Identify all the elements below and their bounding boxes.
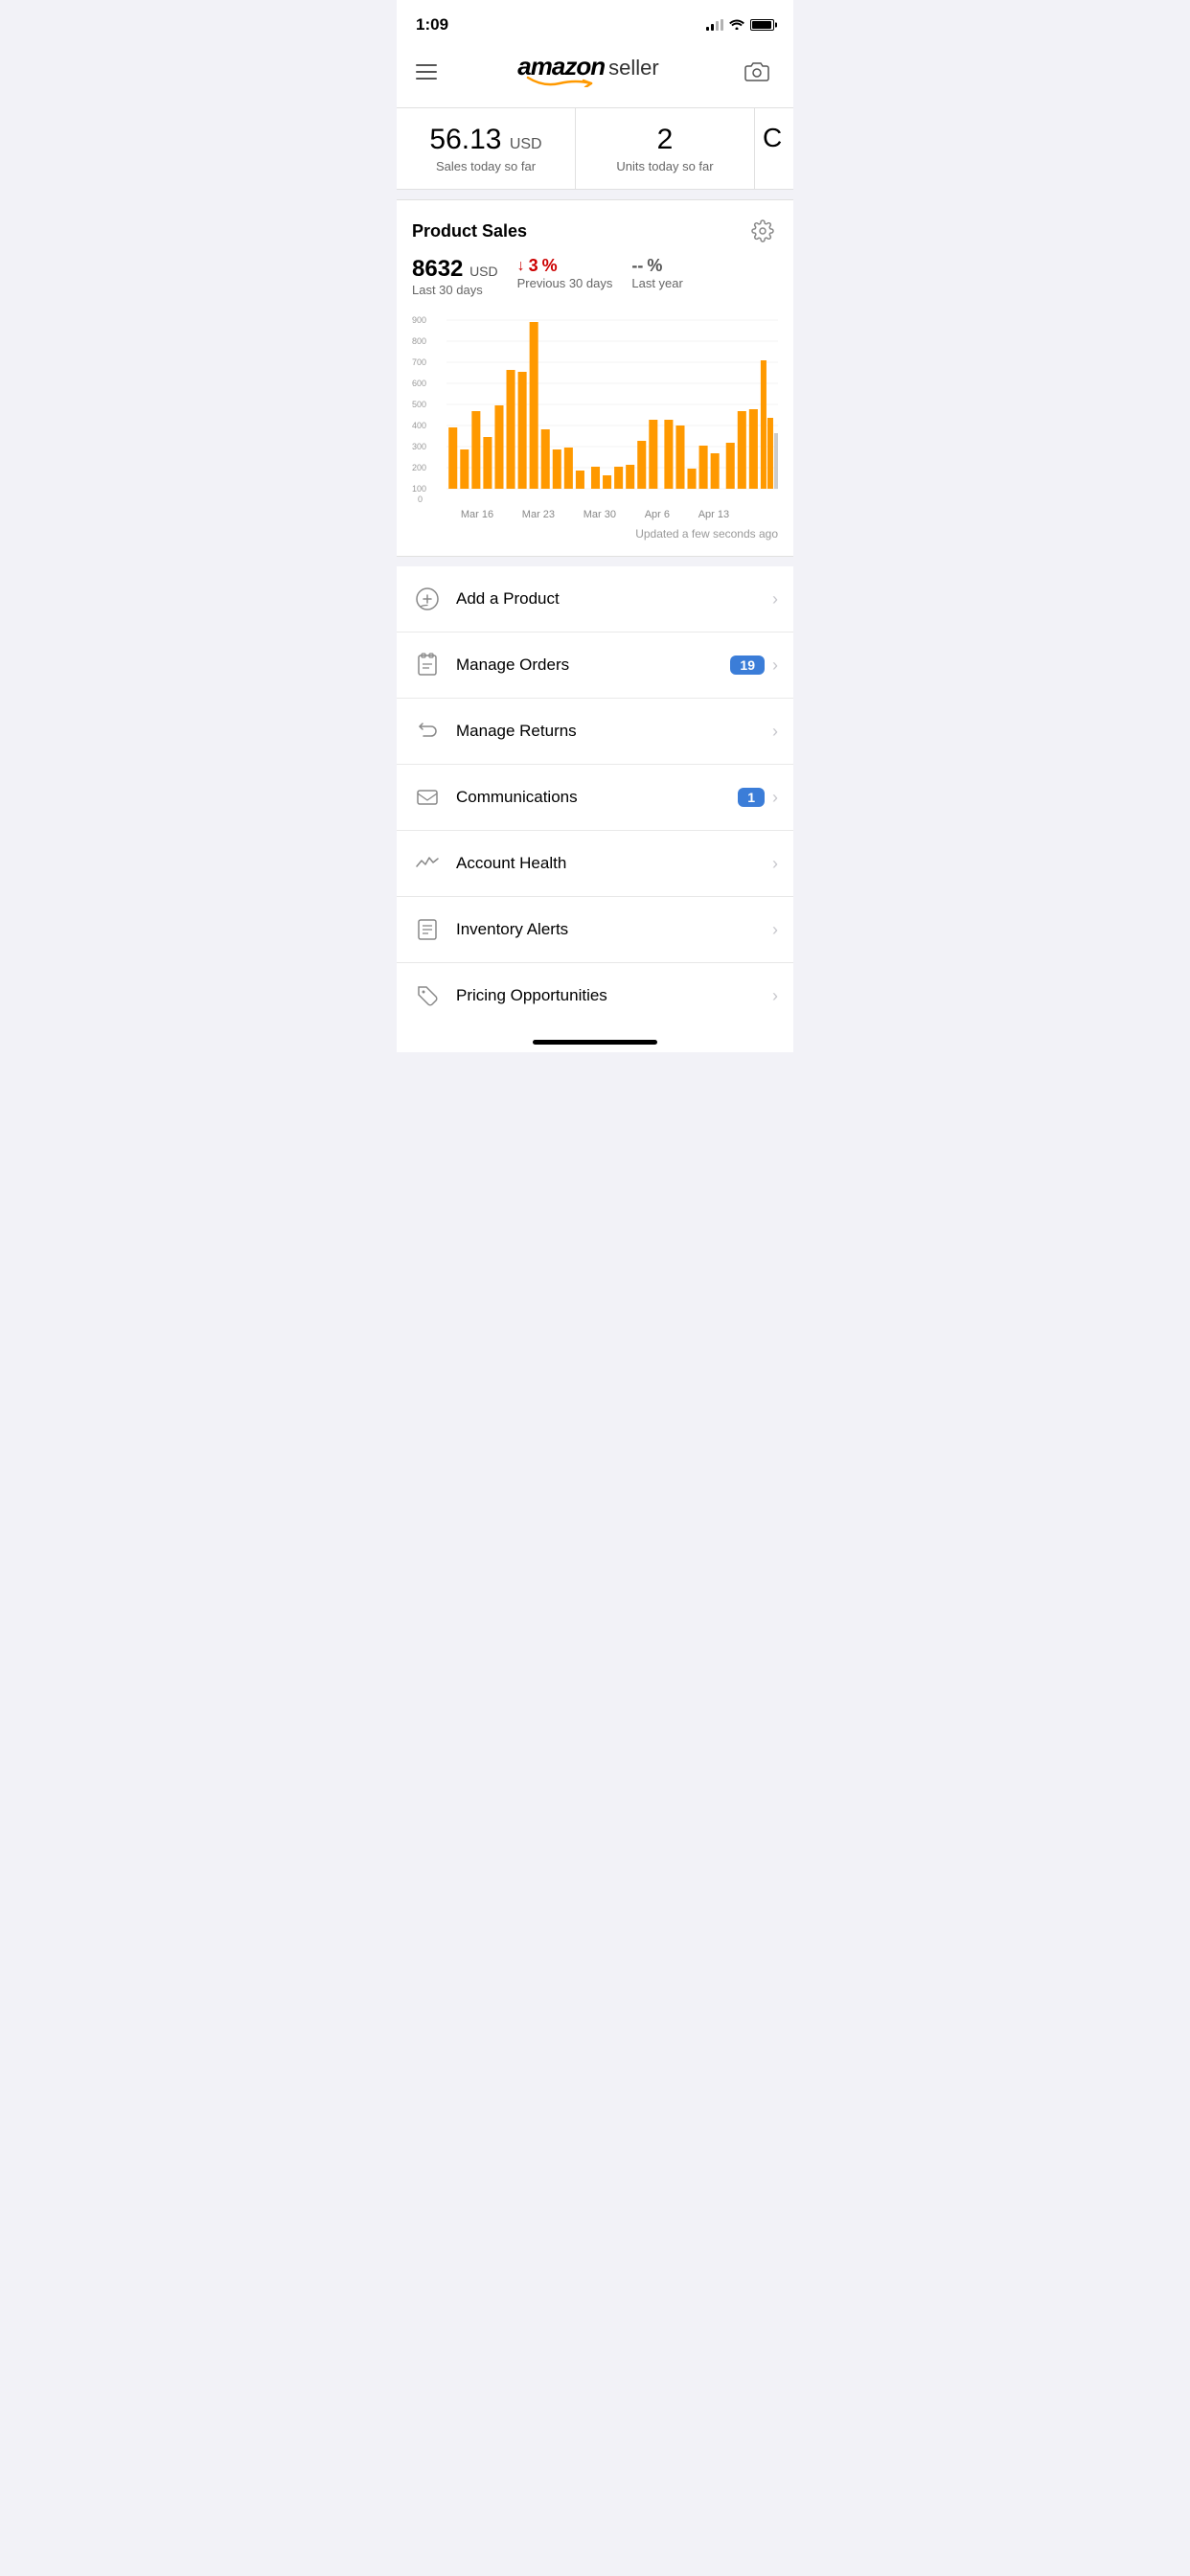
main-stat: 8632 USD Last 30 days — [412, 256, 498, 297]
communications-badge: 1 — [738, 788, 765, 807]
chart-label-3: Apr 6 — [645, 509, 670, 520]
manage-orders-label: Manage Orders — [456, 656, 730, 675]
product-sales-widget: Product Sales 8632 USD Last 30 days ↓ 3 … — [397, 199, 793, 557]
gear-icon — [751, 219, 774, 242]
settings-button[interactable] — [747, 216, 778, 246]
menu-item-add-product[interactable]: Add a Product › — [397, 566, 793, 632]
communications-icon — [412, 782, 443, 813]
menu-item-manage-returns[interactable]: Manage Returns › — [397, 699, 793, 765]
app-logo: amazon seller — [517, 52, 658, 92]
add-product-label: Add a Product — [456, 589, 772, 609]
svg-text:300: 300 — [412, 442, 426, 451]
pricing-opportunities-label: Pricing Opportunities — [456, 986, 772, 1005]
main-stat-value: 8632 USD — [412, 256, 498, 283]
change-period: Previous 30 days — [517, 276, 613, 290]
svg-text:600: 600 — [412, 379, 426, 388]
chevron-right-icon: › — [772, 589, 778, 610]
summary-cards-row: 56.13 USD Sales today so far 2 Units tod… — [397, 108, 793, 190]
home-indicator — [397, 1028, 793, 1052]
menu-item-communications[interactable]: Communications 1 › — [397, 765, 793, 831]
camera-button[interactable] — [740, 55, 774, 89]
menu-item-account-health[interactable]: Account Health › — [397, 831, 793, 897]
logo-seller: seller — [608, 56, 659, 80]
svg-text:0: 0 — [418, 494, 423, 502]
manage-returns-label: Manage Returns — [456, 722, 772, 741]
chevron-right-icon: › — [772, 788, 778, 808]
chevron-right-icon: › — [772, 854, 778, 874]
manage-orders-icon — [412, 650, 443, 680]
change-stat: ↓ 3 % Previous 30 days — [517, 256, 613, 290]
units-label: Units today so far — [587, 159, 743, 173]
svg-text:400: 400 — [412, 421, 426, 430]
chart-label-4: Apr 13 — [698, 509, 729, 520]
stats-row: 8632 USD Last 30 days ↓ 3 % Previous 30 … — [412, 256, 778, 297]
wifi-icon — [729, 18, 744, 33]
amazon-smile-icon — [526, 74, 593, 87]
status-icons — [706, 18, 774, 33]
units-card[interactable]: 2 Units today so far — [576, 108, 755, 189]
svg-text:800: 800 — [412, 336, 426, 346]
last-year-stat: -- % Last year — [631, 256, 682, 290]
account-health-icon — [412, 848, 443, 879]
change-percent: ↓ 3 % — [517, 256, 613, 276]
add-product-icon — [412, 584, 443, 614]
last-year-percent: -- % — [631, 256, 682, 276]
sales-label: Sales today so far — [408, 159, 563, 173]
svg-text:900: 900 — [412, 315, 426, 325]
widget-header: Product Sales — [412, 216, 778, 246]
partial-card[interactable]: C — [755, 108, 793, 189]
chart-label-1: Mar 23 — [522, 509, 555, 520]
menu-item-inventory-alerts[interactable]: Inventory Alerts › — [397, 897, 793, 963]
units-value: 2 — [587, 124, 743, 155]
widget-title: Product Sales — [412, 221, 527, 242]
chevron-right-icon: › — [772, 986, 778, 1006]
chart-updated-text: Updated a few seconds ago — [412, 527, 778, 540]
chevron-right-icon: › — [772, 656, 778, 676]
pricing-icon — [412, 980, 443, 1011]
communications-label: Communications — [456, 788, 738, 807]
inventory-alerts-label: Inventory Alerts — [456, 920, 772, 939]
status-bar: 1:09 — [397, 0, 793, 42]
menu-button[interactable] — [416, 64, 437, 80]
app-header: amazon seller — [397, 42, 793, 108]
status-time: 1:09 — [416, 15, 448, 34]
chevron-right-icon: › — [772, 920, 778, 940]
main-stat-period: Last 30 days — [412, 283, 498, 297]
account-health-label: Account Health — [456, 854, 772, 873]
orders-badge: 19 — [730, 656, 765, 675]
manage-returns-icon — [412, 716, 443, 747]
camera-icon — [744, 61, 769, 82]
svg-text:100: 100 — [412, 484, 426, 494]
svg-text:700: 700 — [412, 357, 426, 367]
chart-x-labels: Mar 16 Mar 23 Mar 30 Apr 6 Apr 13 — [412, 509, 778, 520]
last-year-period: Last year — [631, 276, 682, 290]
svg-text:200: 200 — [412, 463, 426, 472]
menu-list: Add a Product › Manage Orders 19 › Manag… — [397, 566, 793, 1028]
chart-label-2: Mar 30 — [584, 509, 616, 520]
bar-chart: 900 800 700 600 500 400 300 200 100 0 — [412, 310, 778, 521]
signal-icon — [706, 19, 723, 31]
chart-label-0: Mar 16 — [461, 509, 493, 520]
chart-svg: 900 800 700 600 500 400 300 200 100 0 — [412, 310, 778, 502]
inventory-alerts-icon — [412, 914, 443, 945]
home-bar — [533, 1040, 657, 1045]
menu-item-manage-orders[interactable]: Manage Orders 19 › — [397, 632, 793, 699]
battery-icon — [750, 19, 774, 31]
svg-text:500: 500 — [412, 400, 426, 409]
chevron-right-icon: › — [772, 722, 778, 742]
sales-card[interactable]: 56.13 USD Sales today so far — [397, 108, 576, 189]
partial-value: C — [763, 124, 786, 153]
menu-item-pricing-opportunities[interactable]: Pricing Opportunities › — [397, 963, 793, 1028]
down-arrow-icon: ↓ — [517, 258, 525, 275]
sales-value: 56.13 USD — [408, 124, 563, 155]
